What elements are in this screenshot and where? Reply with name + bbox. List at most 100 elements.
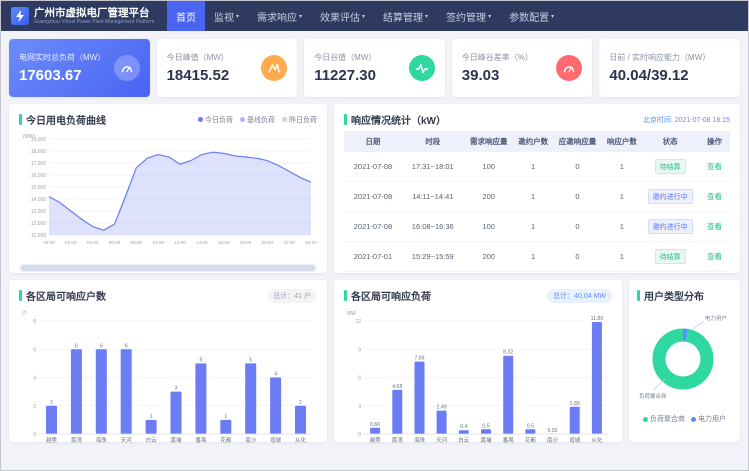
- svg-text:18,000: 18,000: [31, 149, 47, 155]
- beijing-time: 北京时间: 2021-07-08 18:15: [643, 115, 730, 125]
- svg-text:海珠: 海珠: [414, 436, 426, 444]
- kpi-value: 18415.52: [167, 67, 230, 84]
- kpi-label: 电网实时总负荷（MW）: [19, 52, 105, 63]
- panel-title: 响应情况统计（kW）: [344, 112, 446, 127]
- district-load-chart: 036912MW0.66越秀4.68荔湾7.69海珠2.49天河0.4白云0.5…: [344, 307, 612, 447]
- svg-text:南沙: 南沙: [547, 436, 559, 444]
- status-badge: 待结算: [655, 159, 686, 174]
- view-link[interactable]: 查看: [707, 192, 722, 201]
- chart-zoom-slider[interactable]: [19, 264, 317, 272]
- svg-text:7.69: 7.69: [414, 356, 424, 362]
- svg-text:8.32: 8.32: [503, 350, 513, 356]
- nav-item-5[interactable]: 签约管理▾: [437, 1, 500, 31]
- brand: 广州市虚拟电厂管理平台 Guangzhou Virtual Power Plan…: [11, 7, 163, 25]
- svg-text:4: 4: [274, 372, 277, 378]
- nav-item-3[interactable]: 效果评估▾: [311, 1, 374, 31]
- svg-text:0.4: 0.4: [460, 424, 467, 430]
- svg-text:1: 1: [150, 414, 153, 420]
- svg-text:6: 6: [125, 343, 128, 349]
- chart-zoom-handle[interactable]: [21, 265, 315, 271]
- svg-text:06:00: 06:00: [109, 240, 121, 245]
- svg-text:0.5: 0.5: [527, 423, 534, 429]
- svg-text:从化: 从化: [591, 436, 603, 444]
- panel-title: 用户类型分布: [637, 288, 704, 303]
- load-curve-chart: 11,00012,00013,00014,00015,00016,00017,0…: [19, 131, 317, 257]
- svg-text:6: 6: [33, 347, 36, 353]
- svg-text:2: 2: [33, 404, 36, 410]
- svg-text:黄埔: 黄埔: [170, 436, 182, 444]
- legend-dot: [643, 417, 648, 422]
- legend-item-yesterday-load[interactable]: 昨日负荷: [282, 115, 317, 125]
- navbar-menu: 首页监视▾需求响应▾效果评估▾结算管理▾签约管理▾参数配置▾: [167, 1, 563, 31]
- svg-text:天河: 天河: [436, 436, 448, 444]
- nav-item-0[interactable]: 首页: [167, 1, 205, 31]
- legend-item-today-load[interactable]: 今日负荷: [198, 115, 233, 125]
- svg-text:11.89: 11.89: [591, 316, 604, 322]
- svg-text:2.49: 2.49: [437, 405, 447, 411]
- kpi-row: 电网实时总负荷（MW） 17603.67 今日峰值（MW） 18415.52 今…: [1, 31, 748, 97]
- chevron-down-icon: ▾: [425, 13, 428, 20]
- svg-text:04:00: 04:00: [87, 240, 99, 245]
- svg-text:电力用户: 电力用户: [705, 314, 727, 322]
- kpi-card-realtime-total-load: 电网实时总负荷（MW） 17603.67: [9, 39, 150, 97]
- svg-text:12: 12: [355, 319, 361, 325]
- svg-text:24:00: 24:00: [305, 240, 317, 245]
- nav-item-2[interactable]: 需求响应▾: [248, 1, 311, 31]
- app-logo-icon: [11, 7, 29, 25]
- title-accent: [637, 290, 640, 301]
- svg-text:2: 2: [50, 400, 53, 406]
- user-type-panel: 用户类型分布 电力用户负荷聚合商 负荷聚合商 电力用户: [629, 280, 740, 442]
- title-accent: [19, 114, 22, 125]
- load-curve-panel: 今日用电负荷曲线 今日负荷 基线负荷 昨日负荷 11,00012,00013,0…: [9, 104, 327, 273]
- svg-text:12:00: 12:00: [174, 240, 186, 245]
- svg-text:天河: 天河: [121, 436, 133, 444]
- view-link[interactable]: 查看: [707, 252, 722, 261]
- meter-icon: [556, 55, 582, 81]
- svg-text:从化: 从化: [295, 436, 307, 444]
- svg-text:白云: 白云: [146, 436, 158, 444]
- svg-text:17,000: 17,000: [31, 161, 47, 167]
- column-header: 应邀响应量: [552, 131, 602, 152]
- district-households-panel: 各区局可响应户数 总计：41 户 02468户2越秀6荔湾6海珠6天河1白云3黄…: [9, 280, 327, 442]
- district-households-title: 各区局可响应户数: [26, 288, 106, 303]
- svg-text:4.68: 4.68: [392, 384, 402, 390]
- legend-item-baseline-load[interactable]: 基线负荷: [240, 115, 275, 125]
- kpi-label: 今日峰谷差率（%）: [462, 52, 533, 63]
- svg-text:白云: 白云: [458, 436, 470, 444]
- user-type-donut-chart: 电力用户负荷聚合商: [637, 313, 729, 405]
- kpi-card-response-capacity: 日前 / 实时响应能力（MW） 40.04/39.12: [599, 39, 740, 97]
- svg-text:户: 户: [22, 310, 27, 317]
- svg-text:0.66: 0.66: [370, 422, 380, 428]
- chevron-down-icon: ▾: [236, 13, 239, 20]
- total-badge: 总计：41 户: [267, 289, 317, 303]
- svg-text:13,000: 13,000: [31, 209, 47, 215]
- district-load-title: 各区局可响应负荷: [351, 288, 431, 303]
- kpi-value: 17603.67: [19, 67, 105, 84]
- svg-text:6: 6: [358, 376, 361, 382]
- legend-dot: [198, 117, 203, 122]
- status-badge: 邀约进行中: [648, 189, 693, 204]
- peak-icon: [261, 55, 287, 81]
- table-row: 2021-07-0115:29~15:59200101待结算查看: [344, 242, 730, 272]
- nav-item-6[interactable]: 参数配置▾: [500, 1, 563, 31]
- kpi-value: 11227.30: [314, 67, 376, 84]
- legend-item-aggregator[interactable]: 负荷聚合商: [643, 414, 685, 424]
- kpi-label: 今日峰值（MW）: [167, 52, 230, 63]
- svg-text:5: 5: [199, 357, 202, 363]
- svg-text:0.02: 0.02: [547, 428, 557, 434]
- legend-item-power-user[interactable]: 电力用户: [691, 414, 726, 424]
- nav-item-4[interactable]: 结算管理▾: [374, 1, 437, 31]
- chevron-down-icon: ▾: [551, 13, 554, 20]
- view-link[interactable]: 查看: [707, 162, 722, 171]
- svg-text:8: 8: [33, 319, 36, 325]
- svg-text:08:00: 08:00: [131, 240, 143, 245]
- svg-text:越秀: 越秀: [370, 436, 382, 444]
- svg-text:0.5: 0.5: [482, 423, 489, 429]
- load-curve-title: 今日用电负荷曲线: [26, 112, 106, 127]
- svg-text:番禺: 番禺: [503, 437, 514, 444]
- title-accent: [19, 290, 22, 301]
- chevron-down-icon: ▾: [299, 13, 302, 20]
- view-link[interactable]: 查看: [707, 222, 722, 231]
- table-row: 2021-07-0817:31~18:01100101待结算查看: [344, 152, 730, 182]
- nav-item-1[interactable]: 监视▾: [205, 1, 248, 31]
